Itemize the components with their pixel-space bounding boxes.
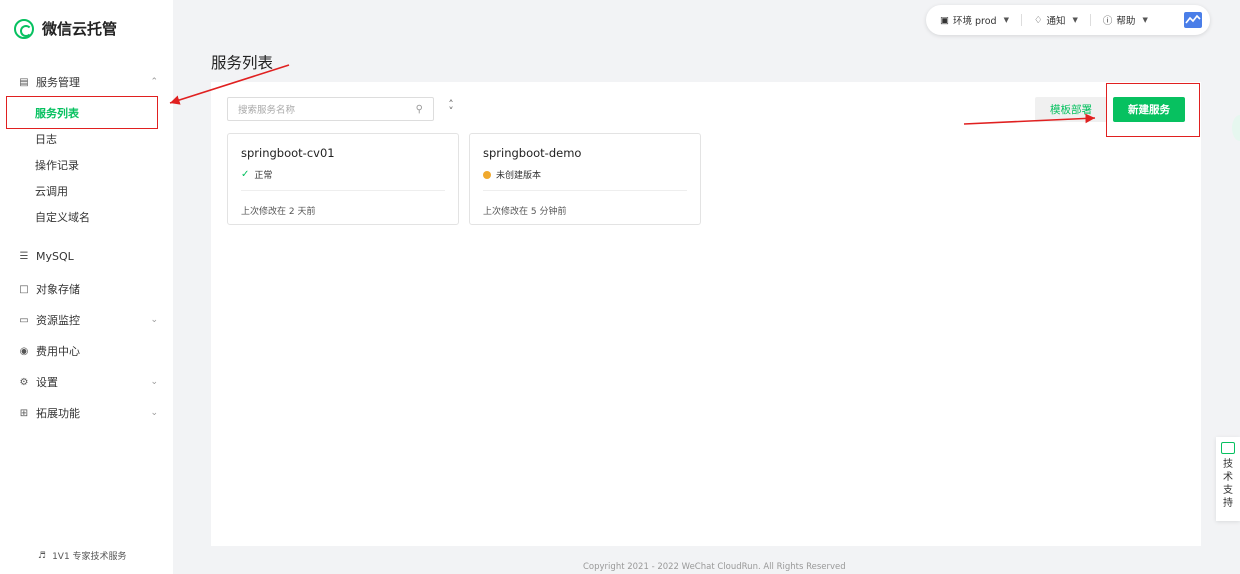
monitor-icon: ▭ xyxy=(19,314,29,326)
chevron-down-icon: ⌄ xyxy=(150,315,158,325)
help-label: 帮助 xyxy=(1116,16,1136,27)
service-card[interactable]: springboot-cv01 ✓ 正常 上次修改在 2 天前 xyxy=(227,133,459,225)
search-icon: ⚲ xyxy=(415,103,423,115)
notify-menu[interactable]: ♢ 通知 ▼ xyxy=(1033,13,1078,28)
main-panel: 搜索服务名称 ⚲ ˄ ˅ 模板部署 新建服务 springboot-cv01 ✓ … xyxy=(211,82,1201,546)
env-icon: ▣ xyxy=(940,14,949,26)
speaker-icon: ♬ xyxy=(38,550,47,561)
status-label: 正常 xyxy=(254,171,273,181)
folder-icon: □ xyxy=(19,283,29,295)
chevron-up-icon: ⌃ xyxy=(150,77,158,87)
sidebar-group-label: MySQL xyxy=(36,250,74,263)
last-modified: 上次修改在 5 分钟前 xyxy=(483,207,567,217)
card-divider xyxy=(483,190,687,191)
sidebar-group-resource-monitor[interactable]: ▭ 资源监控 ⌄ xyxy=(18,312,158,328)
expert-service-link[interactable]: ♬ 1V1 专家技术服务 xyxy=(38,549,127,563)
env-selector[interactable]: ▣ 环境 prod ▼ xyxy=(940,13,1009,28)
caret-down-icon: ▼ xyxy=(1142,16,1148,24)
server-icon: ▤ xyxy=(19,76,29,88)
sidebar-item-logs[interactable]: 日志 xyxy=(35,131,57,147)
check-icon: ✓ xyxy=(241,169,250,180)
cloudrun-logo-icon xyxy=(14,18,34,39)
annotation-box-new-service xyxy=(1106,83,1200,137)
search-placeholder: 搜索服务名称 xyxy=(238,105,296,116)
service-card[interactable]: springboot-demo 未创建版本 上次修改在 5 分钟前 xyxy=(469,133,701,225)
sidebar: 微信云托管 ▤ 服务管理 ⌃ 服务列表 日志 操作记录 云调用 自定义域名 ☰ … xyxy=(0,0,173,574)
support-char: 术 xyxy=(1223,472,1233,483)
bell-icon: ♢ xyxy=(1033,14,1043,26)
divider xyxy=(1089,14,1091,26)
env-label: 环境 prod xyxy=(952,16,997,27)
sidebar-group-mysql[interactable]: ☰ MySQL xyxy=(18,250,158,263)
sidebar-group-billing[interactable]: ◉ 费用中心 xyxy=(18,343,158,359)
support-char: 支 xyxy=(1223,485,1233,496)
service-name: springboot-demo xyxy=(483,146,582,160)
expert-service-label: 1V1 专家技术服务 xyxy=(52,552,127,562)
sidebar-item-operation-records[interactable]: 操作记录 xyxy=(35,157,79,173)
last-modified: 上次修改在 2 天前 xyxy=(241,207,316,217)
chevron-down-icon: ⌄ xyxy=(150,408,158,418)
side-bubble xyxy=(1232,115,1240,141)
caret-down-icon: ▼ xyxy=(1072,16,1078,24)
sidebar-group-label: 拓展功能 xyxy=(36,407,80,420)
sidebar-group-extensions[interactable]: ⊞ 拓展功能 ⌄ xyxy=(18,405,158,421)
search-input[interactable]: 搜索服务名称 ⚲ xyxy=(227,97,434,121)
sidebar-item-custom-domain[interactable]: 自定义域名 xyxy=(35,209,90,225)
database-icon: ☰ xyxy=(19,251,29,262)
app-logo[interactable]: 微信云托管 xyxy=(14,18,117,39)
service-status: ✓ 正常 xyxy=(241,168,272,181)
coin-icon: ◉ xyxy=(19,345,29,357)
sidebar-group-label: 服务管理 xyxy=(36,76,80,89)
sidebar-group-label: 对象存储 xyxy=(36,283,80,296)
page-title: 服务列表 xyxy=(211,54,274,72)
sidebar-item-cloud-call[interactable]: 云调用 xyxy=(35,183,68,199)
sidebar-group-object-storage[interactable]: □ 对象存储 xyxy=(18,281,158,297)
sidebar-group-settings[interactable]: ⚙ 设置 ⌄ xyxy=(18,374,158,390)
gear-icon: ⚙ xyxy=(19,376,29,388)
chart-icon[interactable] xyxy=(1184,12,1202,28)
sidebar-group-label: 资源监控 xyxy=(36,314,80,327)
chevron-down-icon: ⌄ xyxy=(150,377,158,387)
help-icon: ⓘ xyxy=(1102,16,1113,27)
top-bar: ▣ 环境 prod ▼ ♢ 通知 ▼ ⓘ 帮助 ▼ xyxy=(926,5,1210,35)
card-divider xyxy=(241,190,445,191)
caret-down-icon: ▼ xyxy=(1003,16,1009,24)
service-name: springboot-cv01 xyxy=(241,146,335,160)
tech-support-button[interactable]: 技 术 支 持 xyxy=(1216,437,1240,521)
annotation-box-service-list xyxy=(6,96,158,129)
service-status: 未创建版本 xyxy=(483,168,541,181)
support-char: 持 xyxy=(1223,498,1233,509)
app-title: 微信云托管 xyxy=(42,20,118,38)
grid-icon: ⊞ xyxy=(19,407,29,419)
sidebar-group-label: 设置 xyxy=(36,376,58,389)
copyright: Copyright 2021 - 2022 WeChat CloudRun. A… xyxy=(583,562,846,572)
notify-label: 通知 xyxy=(1046,16,1066,27)
pending-dot-icon xyxy=(483,170,491,179)
sort-icon[interactable]: ˄ ˅ xyxy=(446,99,456,117)
sidebar-group-service-management[interactable]: ▤ 服务管理 ⌃ xyxy=(18,74,158,90)
status-label: 未创建版本 xyxy=(496,171,542,181)
chat-icon xyxy=(1221,442,1235,454)
help-menu[interactable]: ⓘ 帮助 ▼ xyxy=(1103,13,1148,27)
support-char: 技 xyxy=(1223,459,1233,470)
template-deploy-button[interactable]: 模板部署 xyxy=(1035,97,1107,122)
sidebar-group-label: 费用中心 xyxy=(36,345,80,358)
divider xyxy=(1020,14,1022,26)
